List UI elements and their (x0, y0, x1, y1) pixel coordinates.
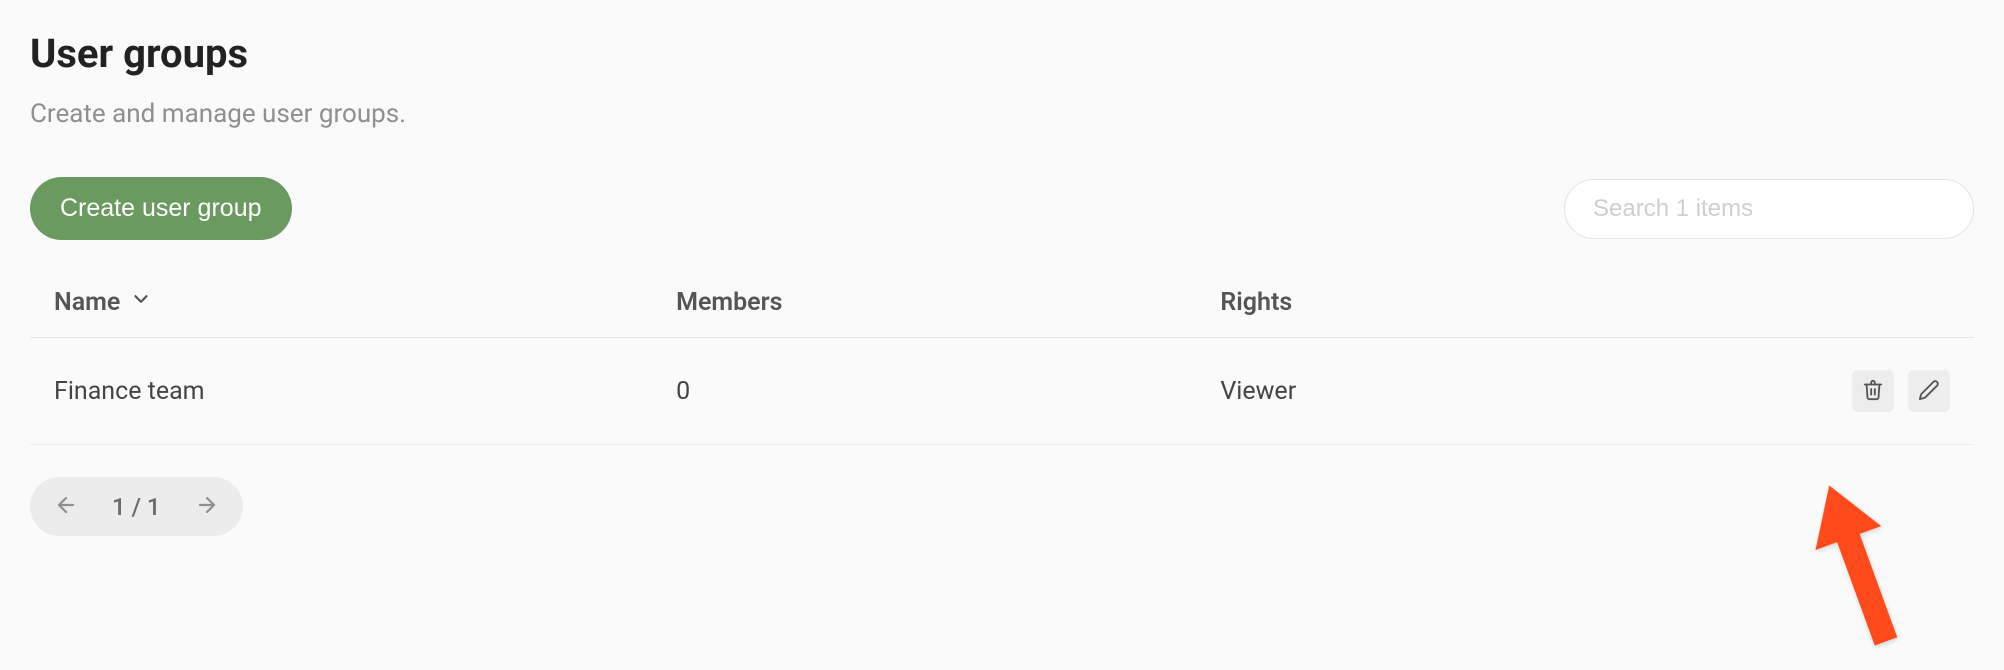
column-header-name-label: Name (54, 288, 120, 317)
cell-rights: Viewer (1196, 338, 1740, 445)
search-input[interactable] (1564, 179, 1974, 239)
table-row: Finance team 0 Viewer (30, 338, 1974, 445)
column-header-name[interactable]: Name (54, 288, 152, 317)
user-groups-table: Name Members Rights Finance team 0 (30, 268, 1974, 445)
pagination-prev-button[interactable] (48, 487, 84, 526)
page-subtitle: Create and manage user groups. (30, 99, 1974, 129)
edit-button[interactable] (1908, 370, 1950, 412)
trash-icon (1862, 379, 1884, 404)
chevron-down-icon (130, 288, 152, 317)
column-header-members[interactable]: Members (676, 288, 782, 317)
column-header-rights[interactable]: Rights (1220, 288, 1292, 317)
pagination-label: 1 / 1 (112, 493, 161, 521)
toolbar: Create user group (30, 177, 1974, 240)
delete-button[interactable] (1852, 370, 1894, 412)
arrow-left-icon (54, 493, 78, 520)
arrow-right-icon (195, 493, 219, 520)
page-title: User groups (30, 30, 1974, 77)
annotation-arrow-icon (1780, 470, 1940, 670)
create-user-group-button[interactable]: Create user group (30, 177, 292, 240)
pencil-icon (1918, 379, 1940, 404)
cell-members: 0 (652, 338, 1196, 445)
cell-name: Finance team (30, 338, 652, 445)
pagination-next-button[interactable] (189, 487, 225, 526)
pagination: 1 / 1 (30, 477, 243, 536)
